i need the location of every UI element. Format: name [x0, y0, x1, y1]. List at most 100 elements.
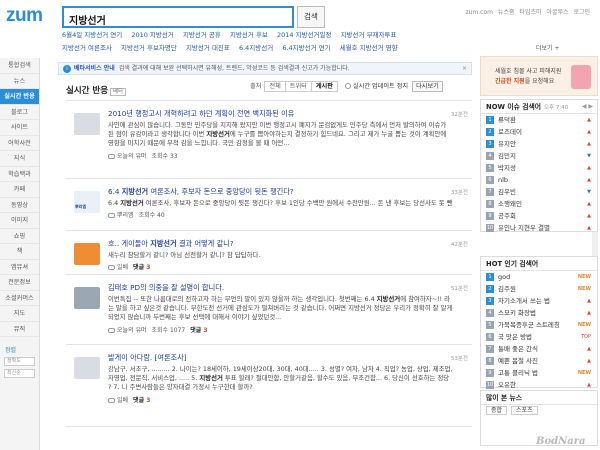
post-comments[interactable]: 댓글 3 — [133, 397, 150, 404]
now-rank-item[interactable]: 8 소행왜인 ▲ — [481, 198, 597, 210]
related-keyword[interactable]: 6.4지방선거 — [239, 44, 273, 52]
related-keyword[interactable]: 2010 지방선거 — [131, 31, 174, 39]
sort-accuracy[interactable]: 정확도 — [4, 357, 35, 366]
now-rank-item[interactable]: 2 로즈데이 ▲ — [481, 126, 597, 138]
rank-keyword[interactable]: 박지성 — [498, 164, 516, 172]
nav-item-expert[interactable]: 전문정보 — [0, 275, 39, 291]
rank-keyword[interactable]: 국 맛은 방법 — [498, 333, 532, 341]
now-rank-item[interactable]: 9 공주회 ▲ — [481, 210, 597, 222]
ad-banner[interactable]: 세월호 침몰 사고 피해지원 긴급한 지원을 요청해요 — [480, 56, 598, 96]
post-source[interactable]: 일베 — [117, 264, 128, 271]
login-link[interactable]: 로그인 — [573, 9, 590, 16]
nav-item-blog[interactable]: 블로그 — [0, 105, 39, 120]
post-title[interactable]: 2010년 행정고시 개혁하려고 하던 계획이 전면 백지화된 이유 — [108, 109, 454, 119]
related-keyword[interactable]: 지방선거 공휴 — [183, 31, 221, 39]
rank-keyword[interactable]: 고통 클리닉 법 — [498, 369, 538, 377]
zum-logo[interactable]: zum — [6, 5, 43, 27]
nav-item-image[interactable]: 이미지 — [0, 213, 39, 229]
related-keyword[interactable]: 지방선거 부재자투표 — [341, 31, 397, 39]
nav-item-site[interactable]: 사이트 — [0, 120, 39, 136]
filter-twitter[interactable]: 트위터 — [284, 81, 312, 92]
search-input[interactable]: 지방선거 — [62, 6, 294, 28]
rank-keyword[interactable]: 예쁜 봄철 사진 — [498, 357, 538, 365]
post-thumbnail[interactable] — [74, 243, 100, 265]
related-more-link[interactable]: 더보기 + — [536, 43, 560, 52]
related-keyword[interactable]: 지방선거 여론조사 — [62, 44, 112, 52]
now-rank-item[interactable]: 4 김민지 ▼ — [481, 150, 597, 162]
hot-rank-item[interactable]: 6 국 맛은 방법 TOP — [481, 331, 597, 343]
hot-rank-item[interactable]: 1 god NEW — [481, 271, 597, 283]
hot-rank-item[interactable]: 8 예쁜 봄철 사진 ▲ — [481, 355, 597, 367]
news-tab-general[interactable]: 종합 — [486, 406, 508, 415]
rank-keyword[interactable]: 김우빈 — [498, 188, 516, 196]
rank-keyword[interactable]: 자기소개서 쓰는 법 — [498, 297, 550, 305]
related-keyword[interactable]: 6월4일 지방선거 연기 — [62, 31, 122, 39]
nav-item-music[interactable]: 뮤직 — [0, 322, 39, 337]
nav-item-all[interactable]: 통합검색 — [0, 58, 39, 74]
rank-keyword[interactable]: 오유한 — [498, 381, 516, 389]
now-rank-item[interactable]: 10 유인나 지현우 결별 ▲ — [481, 222, 597, 234]
close-icon[interactable]: × — [462, 63, 467, 74]
top-link-news[interactable]: 뉴스줌 — [498, 9, 515, 16]
rank-keyword[interactable]: 공주회 — [498, 212, 516, 220]
rank-keyword[interactable]: 김주원 — [498, 285, 516, 293]
nav-item-news[interactable]: 뉴스 — [0, 74, 39, 89]
post-title[interactable]: 발게이 아다람. [여론조사] — [108, 353, 454, 363]
post-source[interactable]: 뿌리엠 — [117, 212, 134, 219]
nav-item-map[interactable]: 지도 — [0, 306, 39, 322]
rank-keyword[interactable]: 유지안 — [498, 140, 516, 148]
post-thumbnail[interactable]: 뿌리엠 — [74, 191, 100, 213]
hot-rank-item[interactable]: 3 자기소개서 쓰는 법 ▲ — [481, 295, 597, 307]
now-rank-item[interactable]: 7 김우빈 ▼ — [481, 186, 597, 198]
post-title[interactable]: 6.4 지방선거 여론조사, 후보자 돈으로 중앙당이 뒷돈 챙긴다? — [108, 187, 454, 197]
hot-rank-item[interactable]: 7 퉁배 좋은 간식 ▲ — [481, 343, 597, 355]
nav-item-book[interactable]: 책 — [0, 244, 39, 260]
nav-item-encyclopedia[interactable]: 학습백과 — [0, 167, 39, 182]
post-comments[interactable]: 댓글 3 — [133, 264, 150, 271]
related-keyword[interactable]: 세월호 지방선거 영향 — [340, 44, 398, 52]
hot-rank-item[interactable]: 9 고통 클리닉 법 NEW — [481, 367, 597, 379]
post-thumbnail[interactable] — [74, 113, 100, 135]
filter-board[interactable]: 게시판 — [310, 81, 338, 92]
news-tab-sports[interactable]: 스포츠 — [510, 406, 538, 415]
top-link-etc[interactable]: 아굴루스 — [546, 9, 568, 16]
related-keyword[interactable]: 2014 지방선거일정 — [277, 31, 332, 39]
rank-keyword[interactable]: 스모키 화장법 — [498, 309, 536, 317]
related-keyword[interactable]: 지방선거 대진표 — [186, 44, 230, 52]
top-link-times[interactable]: 타임즈미 — [519, 9, 541, 16]
post-title[interactable]: 김태호 PD의 의중을 잘 설명이 합니다. — [108, 283, 454, 293]
hot-rank-item[interactable]: 2 김주원 NEW — [481, 283, 597, 295]
nav-item-realtime[interactable]: 실시간 반응 — [0, 89, 39, 105]
post-comments[interactable]: 댓글 3 — [190, 327, 207, 334]
rank-keyword[interactable]: god — [498, 273, 510, 281]
nav-item-video[interactable]: 동영상 — [0, 198, 39, 213]
now-rank-item[interactable]: 6 nlb ▲ — [481, 174, 597, 186]
rank-keyword[interactable]: 소행왜인 — [498, 200, 522, 208]
related-keyword[interactable]: 지방선거 후보자명단 — [121, 44, 177, 52]
sort-latest[interactable]: 최신순 — [4, 369, 35, 378]
post-thumbnail[interactable] — [74, 287, 100, 309]
now-rank-item[interactable]: 1 류덕환 ▲ — [481, 114, 597, 126]
related-keyword[interactable]: 지방선거 후보 — [230, 31, 268, 39]
nav-item-shopping[interactable]: 쇼핑 — [0, 229, 39, 244]
related-keyword[interactable]: 6.4지방선거 연기 — [282, 44, 330, 52]
search-input-value[interactable]: 지방선거 — [69, 12, 106, 27]
refresh-button[interactable]: 다시보기 — [412, 81, 443, 92]
now-rank-item[interactable]: 3 유지안 ▲ — [481, 138, 597, 150]
rank-keyword[interactable]: nlb — [498, 176, 508, 184]
post-source[interactable]: 오늘의 유머 — [117, 153, 147, 160]
now-rank-item[interactable]: 5 박지성 ▲ — [481, 162, 597, 174]
post-thumbnail[interactable] — [74, 357, 100, 379]
hot-rank-item[interactable]: 5 가북목증후군 스트레칭 NEW — [481, 319, 597, 331]
rank-keyword[interactable]: 가북목증후군 스트레칭 — [498, 321, 560, 329]
rank-keyword[interactable]: 김민지 — [498, 152, 516, 160]
nav-item-knowledge[interactable]: 지식 — [0, 151, 39, 167]
rank-keyword[interactable]: 유인나 지현우 결별 — [498, 224, 550, 232]
nav-item-cafe[interactable]: 카페 — [0, 182, 39, 198]
nav-item-social[interactable]: 소셜커머스 — [0, 291, 39, 306]
search-button[interactable]: 검색 — [297, 6, 325, 28]
rank-keyword[interactable]: 류덕환 — [498, 116, 516, 124]
beta-label[interactable]: 베타서비스 안내 — [74, 65, 115, 72]
nav-item-dictionary[interactable]: 어학사전 — [0, 136, 39, 151]
filter-all[interactable]: 전체 — [264, 81, 286, 92]
